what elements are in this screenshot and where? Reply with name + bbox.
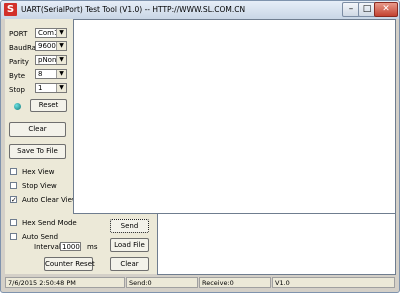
parity-select[interactable]: pNone ▼ bbox=[35, 55, 67, 65]
stop-select[interactable]: 1 ▼ bbox=[35, 83, 67, 93]
save-to-file-button[interactable]: Save To File bbox=[9, 144, 66, 159]
status-receive-count: Receive:0 bbox=[199, 277, 271, 288]
reset-button[interactable]: Reset bbox=[30, 99, 67, 112]
counter-reset-button[interactable]: Counter Reset bbox=[44, 257, 95, 271]
interval-unit-label: ms bbox=[87, 243, 98, 251]
byte-label: Byte bbox=[9, 72, 25, 80]
port-status-led-icon bbox=[14, 103, 21, 110]
baudrate-label: BaudRa bbox=[9, 44, 36, 52]
app-window: S UART(SerialPort) Test Tool (V1.0) -- H… bbox=[0, 0, 400, 293]
auto-send-checkbox[interactable] bbox=[10, 233, 17, 240]
interval-label: Interval bbox=[34, 243, 61, 251]
auto-clear-view-checkbox[interactable]: ✓ bbox=[10, 196, 17, 204]
interval-input[interactable]: 1000 bbox=[60, 242, 81, 251]
chevron-down-icon: ▼ bbox=[56, 84, 66, 92]
chevron-down-icon: ▼ bbox=[56, 56, 66, 64]
port-label: PORT bbox=[9, 30, 28, 38]
load-file-button[interactable]: Load File bbox=[110, 238, 149, 252]
auto-clear-view-label: Auto Clear View bbox=[22, 196, 78, 204]
status-bar: 7/6/2015 2:50:48 PM Send:0 Receive:0 V1.… bbox=[5, 277, 395, 289]
byte-select[interactable]: 8 ▼ bbox=[35, 69, 67, 79]
stop-label: Stop bbox=[9, 86, 25, 94]
close-button[interactable]: ✕ bbox=[374, 2, 398, 17]
chevron-down-icon: ▼ bbox=[56, 70, 66, 78]
chevron-down-icon: ▼ bbox=[56, 29, 66, 37]
parity-label: Parity bbox=[9, 58, 29, 66]
send-button[interactable]: Send bbox=[110, 219, 149, 233]
stop-view-label: Stop View bbox=[22, 182, 57, 190]
status-version: V1.0 bbox=[272, 277, 395, 288]
status-send-count: Send:0 bbox=[126, 277, 198, 288]
hex-view-checkbox[interactable] bbox=[10, 168, 17, 175]
receive-textarea[interactable] bbox=[73, 19, 396, 214]
send-textarea[interactable] bbox=[157, 213, 396, 275]
hex-send-mode-checkbox[interactable] bbox=[10, 219, 17, 226]
stop-view-checkbox[interactable] bbox=[10, 182, 17, 189]
status-datetime: 7/6/2015 2:50:48 PM bbox=[5, 277, 125, 288]
app-logo-icon: S bbox=[4, 3, 17, 16]
window-title: UART(SerialPort) Test Tool (V1.0) -- HTT… bbox=[21, 5, 246, 14]
chevron-down-icon: ▼ bbox=[56, 42, 66, 50]
checkmark-icon: ✓ bbox=[11, 196, 17, 204]
title-bar[interactable]: S UART(SerialPort) Test Tool (V1.0) -- H… bbox=[1, 1, 399, 19]
clear-receive-button[interactable]: Clear bbox=[9, 122, 66, 137]
auto-send-label: Auto Send bbox=[22, 233, 59, 241]
port-select[interactable]: Com1 ▼ bbox=[35, 28, 67, 38]
clear-send-button[interactable]: Clear bbox=[110, 257, 149, 271]
baudrate-select[interactable]: 9600 ▼ bbox=[35, 41, 67, 51]
hex-send-mode-label: Hex Send Mode bbox=[22, 219, 77, 227]
hex-view-label: Hex View bbox=[22, 168, 55, 176]
